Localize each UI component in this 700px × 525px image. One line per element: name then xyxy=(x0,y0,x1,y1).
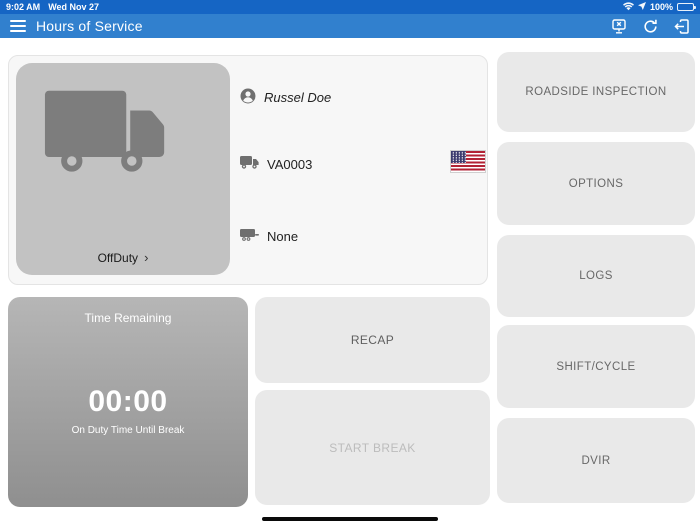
vehicle-id-row: VA0003 xyxy=(240,155,312,173)
start-break-button[interactable]: START BREAK xyxy=(255,390,490,505)
us-flag-icon xyxy=(450,150,486,173)
wifi-icon xyxy=(622,1,634,13)
nav-bar: Hours of Service xyxy=(0,14,700,38)
duty-status-button[interactable]: OffDuty › xyxy=(16,250,230,265)
battery-icon xyxy=(677,3,696,11)
vehicle-id: VA0003 xyxy=(267,156,313,172)
driver-name-row: Russel Doe xyxy=(240,88,331,107)
refresh-icon[interactable] xyxy=(643,19,658,34)
trailer-value: None xyxy=(267,229,299,244)
time-remaining-value: 00:00 xyxy=(88,385,168,418)
trailer-icon xyxy=(240,228,259,245)
status-time: 9:02 AM xyxy=(6,2,41,12)
person-icon xyxy=(240,88,256,107)
logout-icon[interactable] xyxy=(674,18,690,34)
logs-button[interactable]: LOGS xyxy=(497,235,695,317)
recap-button[interactable]: RECAP xyxy=(255,297,490,383)
location-arrow-icon xyxy=(637,2,646,12)
home-indicator[interactable] xyxy=(262,517,438,521)
time-remaining-title: Time Remaining xyxy=(84,311,172,325)
dvir-button[interactable]: DVIR xyxy=(497,418,695,503)
vehicle-status-tile[interactable]: OffDuty › xyxy=(16,63,230,275)
chevron-right-icon: › xyxy=(144,250,149,265)
options-button[interactable]: OPTIONS xyxy=(497,142,695,225)
device-disconnect-icon[interactable] xyxy=(611,18,627,34)
status-bar: 9:02 AM Wed Nov 27 100% xyxy=(0,0,700,14)
roadside-inspection-button[interactable]: ROADSIDE INSPECTION xyxy=(497,52,695,132)
truck-small-icon xyxy=(240,155,259,173)
trailer-row: None xyxy=(240,228,298,245)
duty-status-label: OffDuty xyxy=(97,251,139,265)
status-date: Wed Nov 27 xyxy=(48,2,100,12)
time-remaining-panel: Time Remaining 00:00 On Duty Time Until … xyxy=(8,297,248,507)
menu-hamburger-icon[interactable] xyxy=(10,20,26,32)
shift-cycle-button[interactable]: SHIFT/CYCLE xyxy=(497,325,695,408)
truck-large-icon xyxy=(16,90,186,217)
battery-percent: 100% xyxy=(649,2,673,12)
page-title: Hours of Service xyxy=(36,18,143,34)
driver-name: Russel Doe xyxy=(264,90,332,105)
time-remaining-subtitle: On Duty Time Until Break xyxy=(71,425,185,436)
